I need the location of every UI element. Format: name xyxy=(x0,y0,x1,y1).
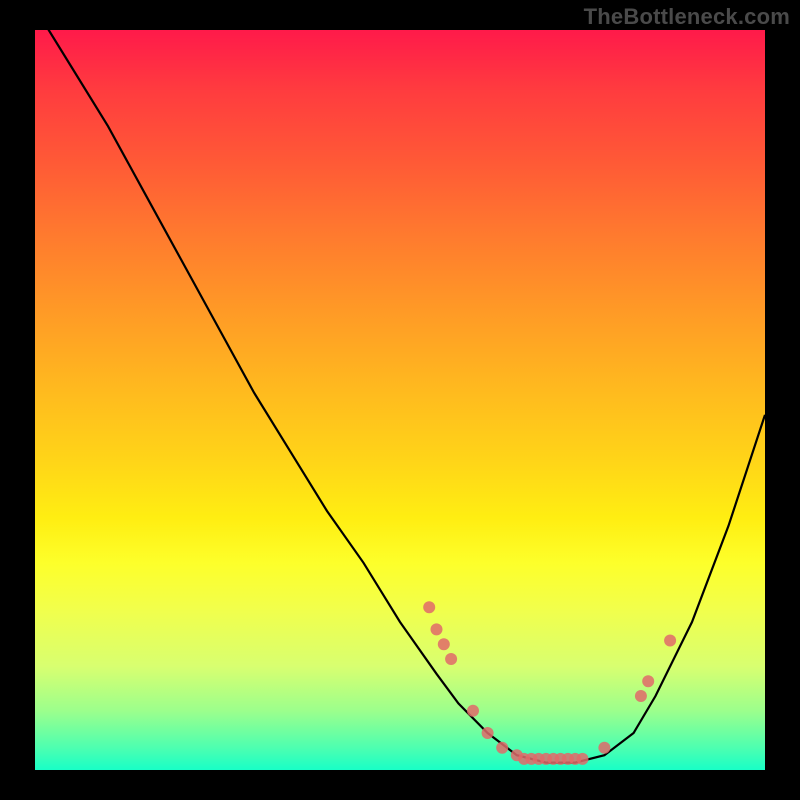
data-point-marker xyxy=(423,601,435,613)
data-point-marker xyxy=(445,653,457,665)
chart-frame: TheBottleneck.com xyxy=(0,0,800,800)
curve-svg xyxy=(35,30,765,770)
data-point-marker xyxy=(598,742,610,754)
data-point-marker xyxy=(467,705,479,717)
bottleneck-curve xyxy=(35,8,765,763)
data-point-marker xyxy=(577,753,589,765)
data-point-marker xyxy=(664,635,676,647)
data-point-marker xyxy=(642,675,654,687)
plot-area xyxy=(35,30,765,770)
data-point-marker xyxy=(496,742,508,754)
watermark-label: TheBottleneck.com xyxy=(584,4,790,30)
data-point-marker xyxy=(431,623,443,635)
data-point-marker xyxy=(438,638,450,650)
data-point-marker xyxy=(635,690,647,702)
data-point-marker xyxy=(482,727,494,739)
